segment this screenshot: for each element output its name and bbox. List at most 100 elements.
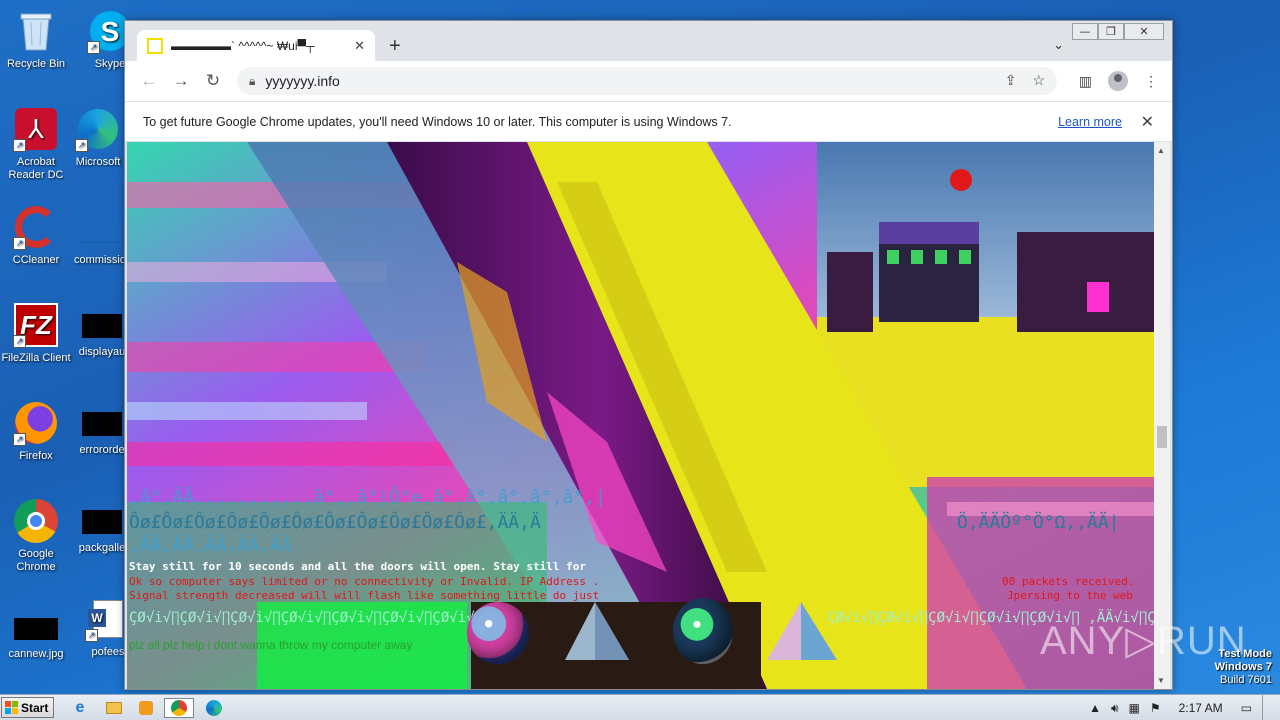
- desktop-icon-label: commissio: [74, 254, 126, 266]
- chrome-icon: [13, 498, 59, 544]
- taskbar-edge[interactable]: [202, 698, 226, 718]
- scrollbar-thumb[interactable]: [1157, 426, 1167, 448]
- desktop-icon-label: cannew.jpg: [8, 648, 64, 660]
- page-content: ,â°,ÄÄ,,,,,,,,,,,â°,,â°|Ô°e,â°,â°,â°,â°,…: [127, 142, 1154, 689]
- edge-icon: [206, 700, 222, 716]
- tray-expand-icon[interactable]: ▲: [1089, 701, 1101, 715]
- forward-button[interactable]: →: [165, 71, 197, 91]
- lock-icon: 🔒︎: [249, 73, 256, 88]
- edge-icon: ↗: [75, 106, 121, 152]
- shortcut-arrow-icon: ↗: [13, 237, 26, 250]
- menu-icon[interactable]: ⋮: [1144, 73, 1158, 90]
- recycle-bin-icon: [13, 8, 59, 54]
- scroll-down-arrow-icon[interactable]: ▼: [1157, 676, 1165, 685]
- red-text-1-right: 00 packets received.: [1002, 575, 1135, 588]
- desktop-icon-label: pofees: [91, 646, 125, 658]
- build-number: Build 7601: [1220, 674, 1272, 686]
- acrobat-icon: ⅄ ↗: [13, 106, 59, 152]
- filezilla-icon: FZ ↗: [13, 302, 59, 348]
- garble-text-1: ,â°,ÄÄ,,,,,,,,,,,â°,,â°|Ô°e,â°,â°,â°,â°,…: [129, 487, 606, 508]
- shortcut-arrow-icon: ↗: [75, 139, 88, 152]
- desktop-icon-cannew[interactable]: cannew.jpg: [0, 596, 72, 661]
- plz-help-text: plz all plz help i dont wanna throw my c…: [129, 638, 413, 652]
- profile-avatar[interactable]: [1108, 71, 1128, 91]
- media-player-icon: [139, 701, 153, 715]
- desktop-icon-label: Google Chrome: [16, 548, 56, 573]
- file-icon: [77, 204, 123, 250]
- tab-search-button[interactable]: ⌄: [1053, 37, 1064, 53]
- restore-button[interactable]: ❐: [1098, 23, 1124, 40]
- start-label: Start: [21, 700, 49, 715]
- new-tab-button[interactable]: +: [389, 35, 401, 58]
- file-thumbnail: [82, 314, 122, 338]
- taskbar-chrome[interactable]: [164, 698, 194, 718]
- clock[interactable]: 2:17 AM: [1179, 701, 1223, 715]
- desktop-icon-label: FileZilla Client: [1, 352, 71, 364]
- desktop-icon-label: packgalle: [78, 542, 126, 554]
- address-bar[interactable]: 🔒︎ yyyyyyy.info ⇪ ☆: [237, 67, 1057, 95]
- action-center-flag-icon[interactable]: ⚑: [1150, 701, 1161, 715]
- garble-text-3: ,ÄÄ,ÄÄ,ÄÄ,ÄÄ,ÄÄ: [129, 535, 292, 556]
- tab-active[interactable]: ▬▬▬▬▬` ^^^^^~ ₩ui▀┬ ✕: [137, 30, 375, 61]
- scroll-up-arrow-icon[interactable]: ▲: [1157, 146, 1165, 155]
- folder-icon: [106, 702, 122, 714]
- volume-icon[interactable]: 🔊︎: [1111, 701, 1119, 716]
- taskbar-explorer[interactable]: [102, 698, 126, 718]
- desktop-icon-label: errororde: [79, 444, 125, 456]
- network-icon[interactable]: ▦: [1129, 701, 1140, 715]
- infobar-close-button[interactable]: ✕: [1141, 112, 1154, 132]
- desktop-icon-firefox[interactable]: ↗ Firefox: [0, 400, 72, 463]
- tab-title: ▬▬▬▬▬` ^^^^^~ ₩ui▀┬: [171, 38, 315, 53]
- taskbar-ie[interactable]: e: [68, 698, 92, 718]
- notification-icon[interactable]: ▭: [1241, 701, 1252, 715]
- desktop-icon-recycle-bin[interactable]: Recycle Bin: [0, 8, 72, 71]
- start-button[interactable]: Start: [1, 697, 54, 718]
- infobar-message: To get future Google Chrome updates, you…: [143, 114, 732, 129]
- desktop-icon-label: CCleaner: [12, 254, 60, 266]
- show-desktop-button[interactable]: [1262, 695, 1272, 720]
- page-scrollbar[interactable]: ▲ ▼: [1154, 142, 1170, 689]
- chrome-icon: [171, 700, 187, 716]
- garble-text-2: Ôø£Ôø£Ôø£Ôø£Ôø£Ôø£Ôø£Ôø£Ôø£Ôø£Ôø£,ÄÄ,Ä: [129, 512, 541, 533]
- update-infobar: To get future Google Chrome updates, you…: [125, 101, 1172, 141]
- desktop-icon-chrome[interactable]: Google Chrome: [0, 498, 72, 574]
- garble-text-2-right: Ö,ÄÄÖº°Ö°Ω,,ÄÄ|: [957, 512, 1120, 533]
- shortcut-arrow-icon: ↗: [87, 41, 100, 54]
- desktop-icon-label: Firefox: [19, 450, 53, 462]
- desktop-icon-label: Recycle Bin: [6, 58, 66, 70]
- glass-pyramid-2: [767, 602, 837, 660]
- shortcut-arrow-icon: ↗: [13, 139, 26, 152]
- glass-pyramid-1: [565, 602, 629, 660]
- shortcut-arrow-icon: ↗: [13, 433, 26, 446]
- minimize-button[interactable]: —: [1072, 23, 1098, 40]
- chrome-window: — ❐ ✕ ▬▬▬▬▬` ^^^^^~ ₩ui▀┬ ✕ + ⌄ ← → ↻ 🔒︎…: [124, 20, 1173, 690]
- side-panel-icon[interactable]: ▥: [1079, 73, 1092, 90]
- close-window-button[interactable]: ✕: [1124, 23, 1164, 40]
- url-text: yyyyyyy.info: [265, 73, 340, 89]
- bookmark-star-icon[interactable]: ☆: [1032, 72, 1045, 89]
- back-button[interactable]: ←: [133, 71, 165, 91]
- favicon-icon: [147, 37, 163, 54]
- learn-more-link[interactable]: Learn more: [1058, 115, 1122, 129]
- desktop-icon-label: Acrobat Reader DC: [8, 156, 64, 181]
- desktop-icon-filezilla[interactable]: FZ ↗ FileZilla Client: [0, 302, 72, 365]
- reload-button[interactable]: ↻: [197, 71, 229, 91]
- stay-still-text: Stay still for 10 seconds and all the do…: [129, 560, 586, 573]
- file-thumbnail: [82, 412, 122, 436]
- file-thumbnail: [82, 510, 122, 534]
- taskbar: Start e ▲ 🔊︎ ▦ ⚑ 2:17 AM ▭: [0, 694, 1280, 720]
- glass-orb-2: [673, 598, 733, 664]
- firefox-icon: ↗: [13, 400, 59, 446]
- test-mode-label: Test Mode Windows 7 Build 7601: [1215, 648, 1272, 687]
- desktop-icon-ccleaner[interactable]: ↗ CCleaner: [0, 204, 72, 267]
- desktop-icon-label: Skype: [94, 58, 126, 70]
- test-mode-line1: Test Mode: [1218, 648, 1272, 660]
- ccleaner-icon: ↗: [13, 204, 59, 250]
- taskbar-media-player[interactable]: [134, 698, 158, 718]
- toolbar: ← → ↻ 🔒︎ yyyyyyy.info ⇪ ☆ ▥ ⋮: [125, 61, 1172, 101]
- share-icon[interactable]: ⇪: [1005, 72, 1017, 89]
- red-text-2-right: Jpersing to the web: [1007, 589, 1133, 602]
- tab-close-button[interactable]: ✕: [354, 38, 365, 54]
- red-text-2: Signal strength decreased will will flas…: [129, 589, 600, 602]
- system-tray: ▲ 🔊︎ ▦ ⚑ 2:17 AM ▭: [1089, 695, 1280, 720]
